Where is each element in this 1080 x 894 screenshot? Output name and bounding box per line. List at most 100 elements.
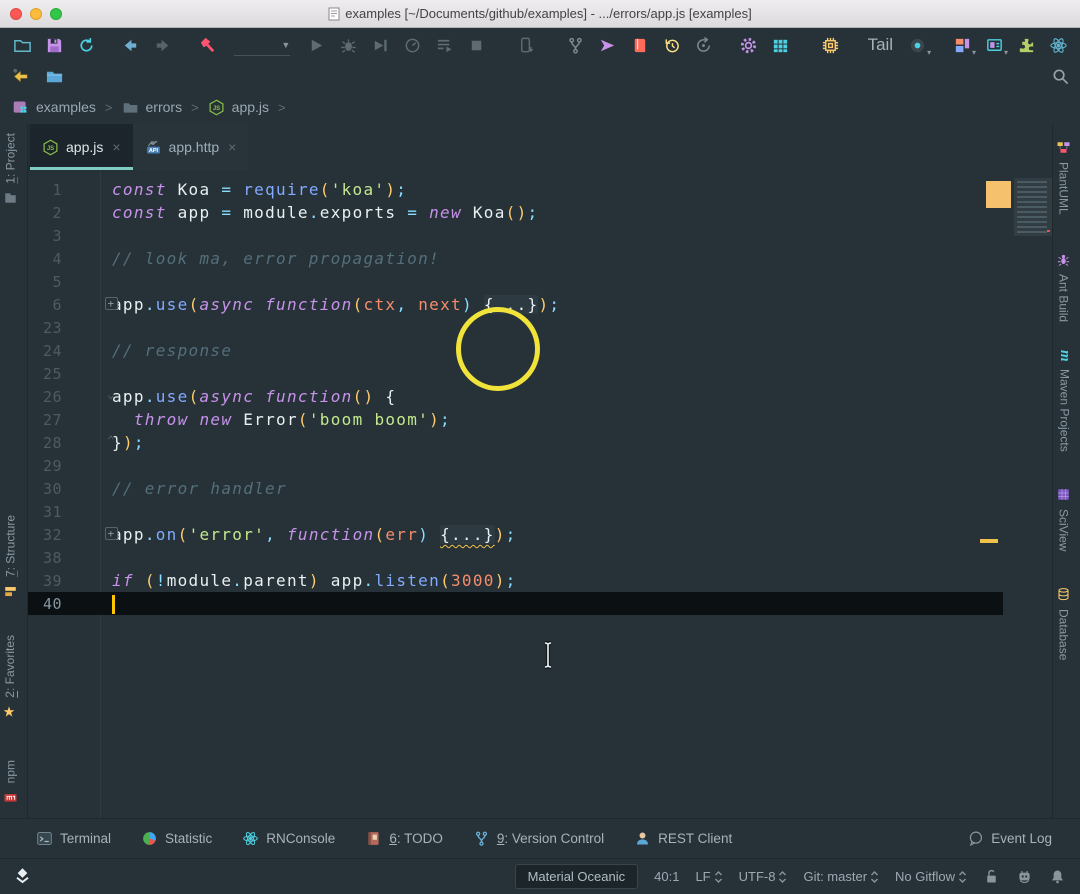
sidebar-item-structure[interactable]: 7: Structure <box>3 515 18 599</box>
screens-icon[interactable]: ▾ <box>950 33 976 57</box>
minimap[interactable] <box>986 178 1052 236</box>
line-number[interactable]: 2 <box>28 204 62 222</box>
run-buffered-icon[interactable] <box>432 33 456 57</box>
code-line[interactable]: 32 + app.on('error', function(err) {...}); <box>28 523 1052 546</box>
line-number[interactable]: 23 <box>28 319 62 337</box>
sidebar-item-favorites[interactable]: ★ 2: Favorites <box>2 635 18 721</box>
code-line[interactable]: 4 // look ma, error propagation! <box>28 247 1052 270</box>
notifications-bell-icon[interactable] <box>1049 868 1066 885</box>
code-line[interactable]: 1 const Koa = require('koa'); <box>28 178 1052 201</box>
cpu-chip-icon[interactable] <box>819 33 843 57</box>
line-number[interactable]: 28 <box>28 434 62 452</box>
tab-app-js[interactable]: JS app.js × <box>30 124 133 170</box>
breadcrumb-item-project[interactable]: examples <box>12 99 96 116</box>
sidebar-item-project[interactable]: 1: Project <box>3 133 18 206</box>
code-line[interactable]: 40 <box>28 592 1052 615</box>
code-line[interactable]: 6 + app.use(async function(ctx, next) {...… <box>28 293 1052 316</box>
gitflow-select[interactable]: No Gitflow <box>895 869 967 884</box>
code-line[interactable]: 39 if (!module.parent) app.listen(3000); <box>28 569 1052 592</box>
line-number[interactable]: 5 <box>28 273 62 291</box>
robot-icon[interactable] <box>1016 868 1033 885</box>
monitor-db-icon[interactable]: ▾ <box>982 33 1008 57</box>
grid-icon[interactable] <box>769 33 793 57</box>
theme-popup[interactable]: Material Oceanic <box>514 864 639 889</box>
record-icon[interactable]: ▾ <box>905 33 931 57</box>
sidebar-item-plantuml[interactable]: PlantUML <box>1056 140 1071 215</box>
code-line[interactable]: 29 <box>28 454 1052 477</box>
run-config-select[interactable]: ▼ <box>233 34 291 56</box>
save-all-icon[interactable] <box>42 33 66 57</box>
line-number[interactable]: 1 <box>28 181 62 199</box>
code-line[interactable]: 24 // response <box>28 339 1052 362</box>
sidebar-item-database[interactable]: Database <box>1056 587 1071 660</box>
code-line[interactable]: 31 <box>28 500 1052 523</box>
blue-folder-icon[interactable] <box>42 64 66 88</box>
line-number[interactable]: 30 <box>28 480 62 498</box>
forward-icon[interactable] <box>151 33 175 57</box>
line-separator-select[interactable]: LF <box>695 869 722 884</box>
plugin-puzzle-icon[interactable] <box>1014 33 1038 57</box>
toolwindow-rnconsole[interactable]: RNConsole <box>242 830 335 847</box>
code-line[interactable]: 23 <box>28 316 1052 339</box>
code-line[interactable]: 25 <box>28 362 1052 385</box>
toolwindow-version-control[interactable]: 9: Version Control <box>473 830 604 847</box>
attach-device-icon[interactable] <box>514 33 538 57</box>
editor[interactable]: 1 const Koa = require('koa'); 2 const app =… <box>28 170 1052 818</box>
run-with-coverage-icon[interactable] <box>368 33 392 57</box>
code-line[interactable]: 30 // error handler <box>28 477 1052 500</box>
toolwindow-event-log[interactable]: Event Log <box>967 830 1052 847</box>
line-number[interactable]: 31 <box>28 503 62 521</box>
code-line[interactable]: 2 const app = module.exports = new Koa(); <box>28 201 1052 224</box>
reader-book-icon[interactable] <box>628 33 652 57</box>
line-number[interactable]: 24 <box>28 342 62 360</box>
profiler-icon[interactable] <box>400 33 424 57</box>
tab-app-http[interactable]: API app.http × <box>132 124 249 170</box>
git-branch-icon[interactable] <box>564 33 588 57</box>
sidebar-item-maven-projects[interactable]: m Maven Projects <box>1056 350 1073 451</box>
toolwindow-rest-client[interactable]: REST Client <box>634 830 732 847</box>
fold-expand-icon[interactable]: + <box>105 527 118 540</box>
code-line[interactable]: 3 <box>28 224 1052 247</box>
minimap-viewport[interactable] <box>986 181 1011 208</box>
yellow-back-arrow-icon[interactable] <box>8 64 32 88</box>
line-number[interactable]: 32 <box>28 526 62 544</box>
back-icon[interactable] <box>119 33 143 57</box>
close-icon[interactable]: × <box>228 139 236 155</box>
settings-gear-icon[interactable] <box>737 33 761 57</box>
rollback-icon[interactable] <box>692 33 716 57</box>
open-folder-icon[interactable] <box>10 33 34 57</box>
caret-position[interactable]: 40:1 <box>654 869 679 884</box>
encoding-select[interactable]: UTF-8 <box>739 869 788 884</box>
local-history-icon[interactable] <box>660 33 684 57</box>
line-number[interactable]: 40 <box>28 595 62 613</box>
warning-stripe-mark[interactable] <box>980 539 998 543</box>
line-number[interactable]: 25 <box>28 365 62 383</box>
git-branch-select[interactable]: Git: master <box>803 869 879 884</box>
search-icon[interactable] <box>1048 64 1072 88</box>
tool-window-layers-icon[interactable] <box>14 868 31 885</box>
code-line[interactable]: 26 ⌄ app.use(async function() { <box>28 385 1052 408</box>
line-number[interactable]: 39 <box>28 572 62 590</box>
code-line[interactable]: 38 <box>28 546 1052 569</box>
sidebar-item-sciview[interactable]: SciView <box>1056 487 1071 551</box>
toolwindow-todo[interactable]: 6: TODO <box>365 830 443 847</box>
code-line[interactable]: 5 <box>28 270 1052 293</box>
send-icon[interactable] <box>596 33 620 57</box>
toolwindow-terminal[interactable]: Terminal <box>36 830 111 847</box>
code-line[interactable]: 27 throw new Error('boom boom'); <box>28 408 1052 431</box>
unlock-icon[interactable] <box>983 868 1000 885</box>
line-number[interactable]: 29 <box>28 457 62 475</box>
line-number[interactable]: 4 <box>28 250 62 268</box>
breadcrumb-item-folder[interactable]: errors <box>122 99 182 116</box>
synchronize-icon[interactable] <box>74 33 98 57</box>
line-number[interactable]: 27 <box>28 411 62 429</box>
fold-collapse-icon[interactable]: ⌃ <box>105 434 118 448</box>
close-icon[interactable]: × <box>112 139 120 155</box>
react-atom-icon[interactable] <box>1046 33 1070 57</box>
line-number[interactable]: 38 <box>28 549 62 567</box>
folded-region[interactable]: {...} <box>440 525 495 544</box>
debug-icon[interactable] <box>336 33 360 57</box>
fold-collapse-icon[interactable]: ⌄ <box>105 388 118 402</box>
sidebar-item-ant-build[interactable]: Ant Build <box>1056 252 1071 322</box>
breadcrumb-item-file[interactable]: JS app.js <box>208 99 269 116</box>
